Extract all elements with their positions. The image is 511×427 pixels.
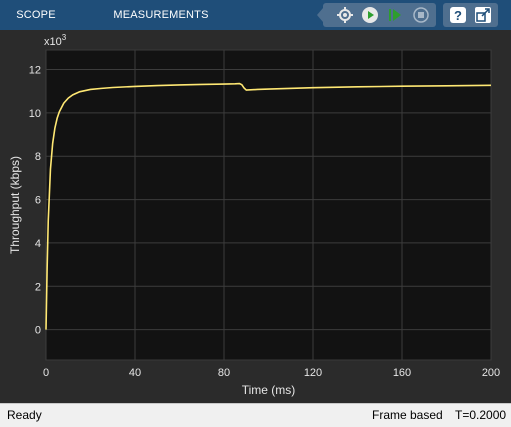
highlight-blocks-icon[interactable] [336,6,354,24]
y-tick-label: 8 [35,151,41,163]
plot-area [45,49,492,361]
status-frame-mode: Frame based [372,408,443,422]
y-exponent-label: x103 [44,33,67,48]
status-bar: Ready Frame based T=0.2000 [0,403,511,427]
tab-scope[interactable]: SCOPE [8,0,64,30]
x-tick-label: 0 [43,367,49,379]
throughput-plot: 0 40 80 120 160 200 0 2 4 6 8 10 12 x103 Time (ms) Thro… [8,33,500,397]
step-forward-icon[interactable] [386,6,404,24]
x-tick-label: 200 [482,367,500,379]
help-icon[interactable]: ? [449,6,467,24]
y-tick-label: 10 [29,108,41,120]
y-axis-label: Throughput (kbps) [8,156,22,254]
x-tick-label: 80 [218,367,230,379]
y-tick-label: 12 [29,65,41,77]
y-tick-label: 4 [35,238,41,250]
svg-text:?: ? [454,8,462,23]
status-ready: Ready [7,408,42,422]
tab-measurements[interactable]: MEASUREMENTS [106,0,216,30]
y-tick-label: 2 [35,281,41,293]
x-tick-label: 120 [304,367,322,379]
x-tick-label: 160 [393,367,411,379]
y-tick-label: 0 [35,325,41,337]
x-axis-label: Time (ms) [242,383,296,397]
undock-icon[interactable] [474,6,492,24]
y-tick-label: 6 [35,195,41,207]
stop-icon[interactable] [412,6,430,24]
x-tick-label: 40 [129,367,141,379]
toolstrip: SCOPE MEASUREMENTS ? [0,0,511,30]
status-time: T=0.2000 [455,408,507,422]
run-icon[interactable] [361,6,379,24]
